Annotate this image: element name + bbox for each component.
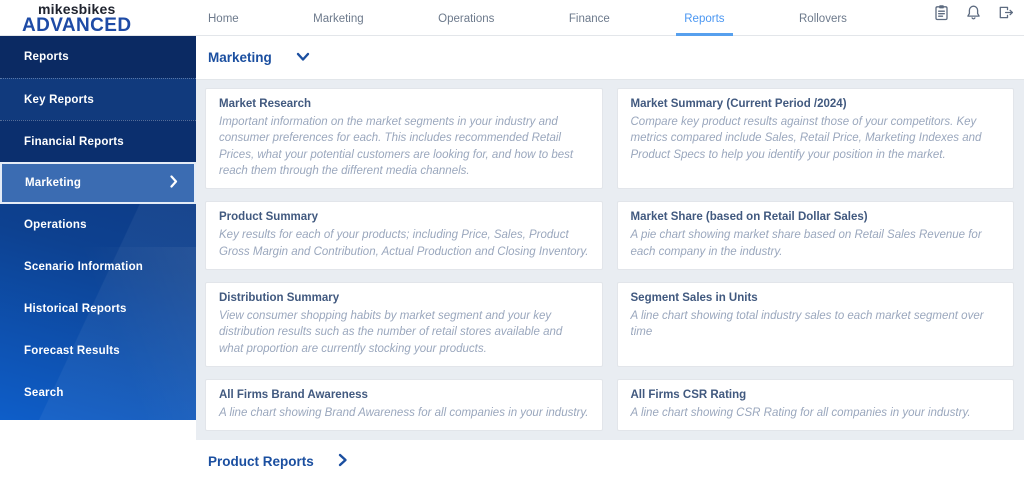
footer-section-title: Product Reports xyxy=(208,454,314,470)
chevron-down-icon xyxy=(296,50,310,65)
sidebar-item-label: Scenario Information xyxy=(24,261,144,273)
card-description: A pie chart showing market share based o… xyxy=(630,229,982,258)
section-title: Marketing xyxy=(208,50,272,65)
sidebar-item-label: Key Reports xyxy=(24,93,94,106)
card-description: A line chart showing CSR Rating for all … xyxy=(630,406,971,419)
sidebar: Reports Key Reports Financial Reports Marke… xyxy=(0,36,196,420)
sidebar-item-label: Operations xyxy=(24,219,87,231)
sidebar-item-key-reports[interactable]: Key Reports xyxy=(0,78,196,120)
nav-item-reports[interactable]: Reports xyxy=(676,13,733,36)
sidebar-item-marketing[interactable]: Marketing xyxy=(0,162,196,204)
nav-item-home[interactable]: Home xyxy=(200,13,247,36)
sidebar-item-reports[interactable]: Reports xyxy=(0,36,196,78)
card-market-research[interactable]: Market Research Important information on … xyxy=(205,88,603,190)
card-market-summary-current-period-2024[interactable]: Market Summary (Current Period /2024) Com… xyxy=(616,88,1014,190)
card-description: View consumer shopping habits by market … xyxy=(219,309,563,355)
card-title: Distribution Summary xyxy=(219,291,340,304)
card-title: Market Share (based on Retail Dollar Sal… xyxy=(630,211,868,224)
card-description: A line chart showing total industry sale… xyxy=(630,309,984,339)
card-product-summary[interactable]: Product Summary Key results for each of y… xyxy=(205,201,603,270)
nav-item-operations[interactable]: Operations xyxy=(430,13,502,36)
clipboard-icon[interactable] xyxy=(933,4,950,21)
main-content: Marketing Market Research Important infor… xyxy=(196,36,1024,469)
card-segment-sales-in-units[interactable]: Segment Sales in Units A line chart showi… xyxy=(616,281,1014,367)
sidebar-item-search[interactable]: Search xyxy=(0,372,196,414)
card-distribution-summary[interactable]: Distribution Summary View consumer shoppi… xyxy=(205,281,603,367)
top-header: mikesbikes ADVANCED Home Marketing Operati… xyxy=(0,0,1024,36)
sidebar-item-financial-reports[interactable]: Financial Reports xyxy=(0,120,196,162)
sidebar-item-label: Forecast Results xyxy=(24,345,120,357)
sidebar-item-forecast-results[interactable]: Forecast Results xyxy=(0,330,196,372)
top-nav: Home Marketing Operations Finance Reports Rol… xyxy=(200,0,855,36)
chevron-right-icon xyxy=(170,175,178,191)
sidebar-item-scenario-information[interactable]: Scenario Information xyxy=(0,246,196,288)
sidebar-item-operations[interactable]: Operations xyxy=(0,204,196,246)
card-title: Product Summary xyxy=(219,211,319,224)
brand-logo-line2: ADVANCED xyxy=(22,15,132,36)
section-header-product-reports[interactable]: Product Reports xyxy=(196,440,1024,483)
card-all-firms-brand-awareness[interactable]: All Firms Brand Awareness A line chart sh… xyxy=(205,378,603,432)
card-description: Important information on the market segm… xyxy=(219,116,574,177)
app-root: mikesbikes ADVANCED Home Marketing Operati… xyxy=(0,0,1024,469)
logout-icon[interactable] xyxy=(997,4,1014,21)
chevron-right-icon xyxy=(338,453,348,470)
card-title: Market Summary (Current Period /2024) xyxy=(630,98,847,110)
card-title: Segment Sales in Units xyxy=(630,291,758,304)
sidebar-item-label: Historical Reports xyxy=(24,303,127,315)
card-description: A line chart showing Brand Awareness for… xyxy=(219,406,589,419)
sidebar-item-label: Reports xyxy=(24,51,69,63)
card-all-firms-csr-rating[interactable]: All Firms CSR Rating A line chart showing… xyxy=(616,378,1014,432)
card-market-share-based-on-retail-dollar-sales[interactable]: Market Share (based on Retail Dollar Sal… xyxy=(616,201,1014,270)
sidebar-item-label: Search xyxy=(24,387,64,399)
card-title: All Firms Brand Awareness xyxy=(219,388,368,401)
body-row: Reports Key Reports Financial Reports Marke… xyxy=(0,36,1024,469)
nav-item-marketing[interactable]: Marketing xyxy=(305,13,372,36)
header-action-icons xyxy=(933,4,1014,21)
section-header-marketing[interactable]: Marketing xyxy=(196,36,1024,80)
brand-logo[interactable]: mikesbikes ADVANCED xyxy=(22,2,132,36)
sidebar-item-label: Marketing xyxy=(25,177,82,189)
sidebar-item-label: Financial Reports xyxy=(24,135,124,148)
nav-item-finance[interactable]: Finance xyxy=(561,13,618,36)
nav-item-rollovers[interactable]: Rollovers xyxy=(791,13,855,36)
sidebar-item-historical-reports[interactable]: Historical Reports xyxy=(0,288,196,330)
card-title: Market Research xyxy=(219,98,312,110)
card-title: All Firms CSR Rating xyxy=(630,388,747,401)
report-cards-grid: Market Research Important information on … xyxy=(196,80,1024,441)
card-description: Compare key product results against thos… xyxy=(630,116,982,161)
bell-icon[interactable] xyxy=(965,4,982,21)
card-description: Key results for each of your products; i… xyxy=(219,229,589,258)
